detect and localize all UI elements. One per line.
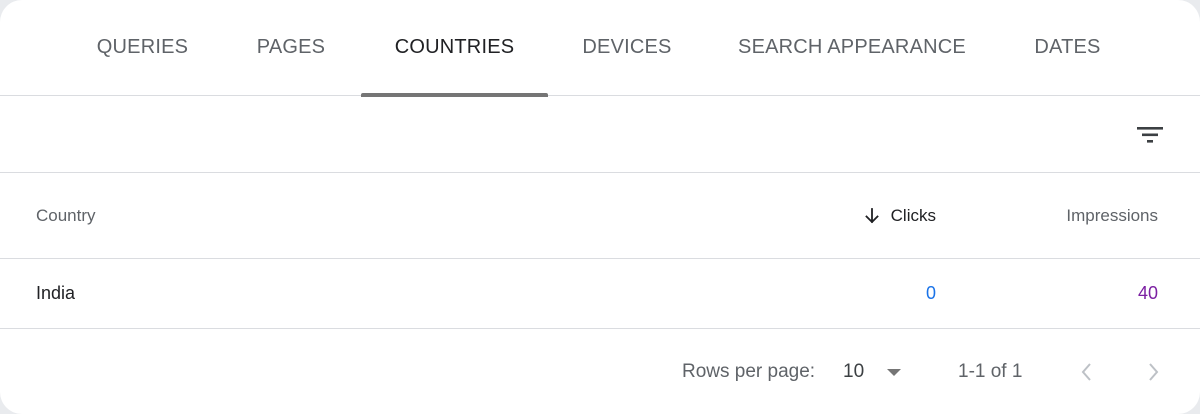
- impressions-cell: 40: [1137, 283, 1158, 303]
- dropdown-caret-icon[interactable]: [884, 329, 904, 414]
- pagination-range: 1-1 of 1: [958, 360, 1023, 382]
- tab-label: PAGES: [256, 36, 326, 58]
- tab-label: QUERIES: [96, 36, 189, 58]
- clicks-header-label: Clicks: [890, 205, 936, 225]
- next-page-button[interactable]: [1143, 329, 1163, 414]
- tab-devices[interactable]: DEVICES: [565, 0, 689, 95]
- report-tabs: QUERIES PAGES COUNTRIES DEVICES SEARCH A…: [0, 0, 1200, 97]
- tab-dates[interactable]: DATES: [1010, 0, 1125, 95]
- clicks-cell: 0: [925, 283, 936, 303]
- pagination-bar: Rows per page: 10 1-1 of 1: [0, 329, 1200, 414]
- tab-label: SEARCH APPEARANCE: [738, 36, 966, 58]
- tab-label: DEVICES: [582, 36, 672, 58]
- rows-per-page-select[interactable]: 10: [843, 329, 864, 414]
- table-row[interactable]: India 0 40: [0, 259, 1200, 329]
- country-column-header[interactable]: Country: [36, 173, 96, 258]
- previous-page-button[interactable]: [1077, 329, 1097, 414]
- filter-icon[interactable]: [1134, 118, 1166, 150]
- tab-countries[interactable]: COUNTRIES: [361, 0, 548, 97]
- rows-per-page-label: Rows per page:: [682, 360, 816, 382]
- tab-label: COUNTRIES: [394, 36, 515, 58]
- tab-search-appearance[interactable]: SEARCH APPEARANCE: [722, 0, 982, 95]
- chevron-right-icon: [1149, 362, 1159, 381]
- clicks-column-header[interactable]: Clicks: [862, 173, 936, 258]
- arrow-down-icon: [864, 207, 879, 223]
- tab-queries[interactable]: QUERIES: [80, 0, 205, 95]
- filter-bar: [0, 96, 1200, 173]
- tab-pages[interactable]: PAGES: [230, 0, 352, 95]
- tab-label: DATES: [1034, 36, 1101, 58]
- impressions-column-header[interactable]: Impressions: [1066, 173, 1158, 258]
- country-cell: India: [36, 283, 76, 303]
- performance-report-card: QUERIES PAGES COUNTRIES DEVICES SEARCH A…: [0, 0, 1200, 414]
- table-header: Country Clicks Impressions: [0, 173, 1200, 259]
- chevron-left-icon: [1081, 362, 1091, 381]
